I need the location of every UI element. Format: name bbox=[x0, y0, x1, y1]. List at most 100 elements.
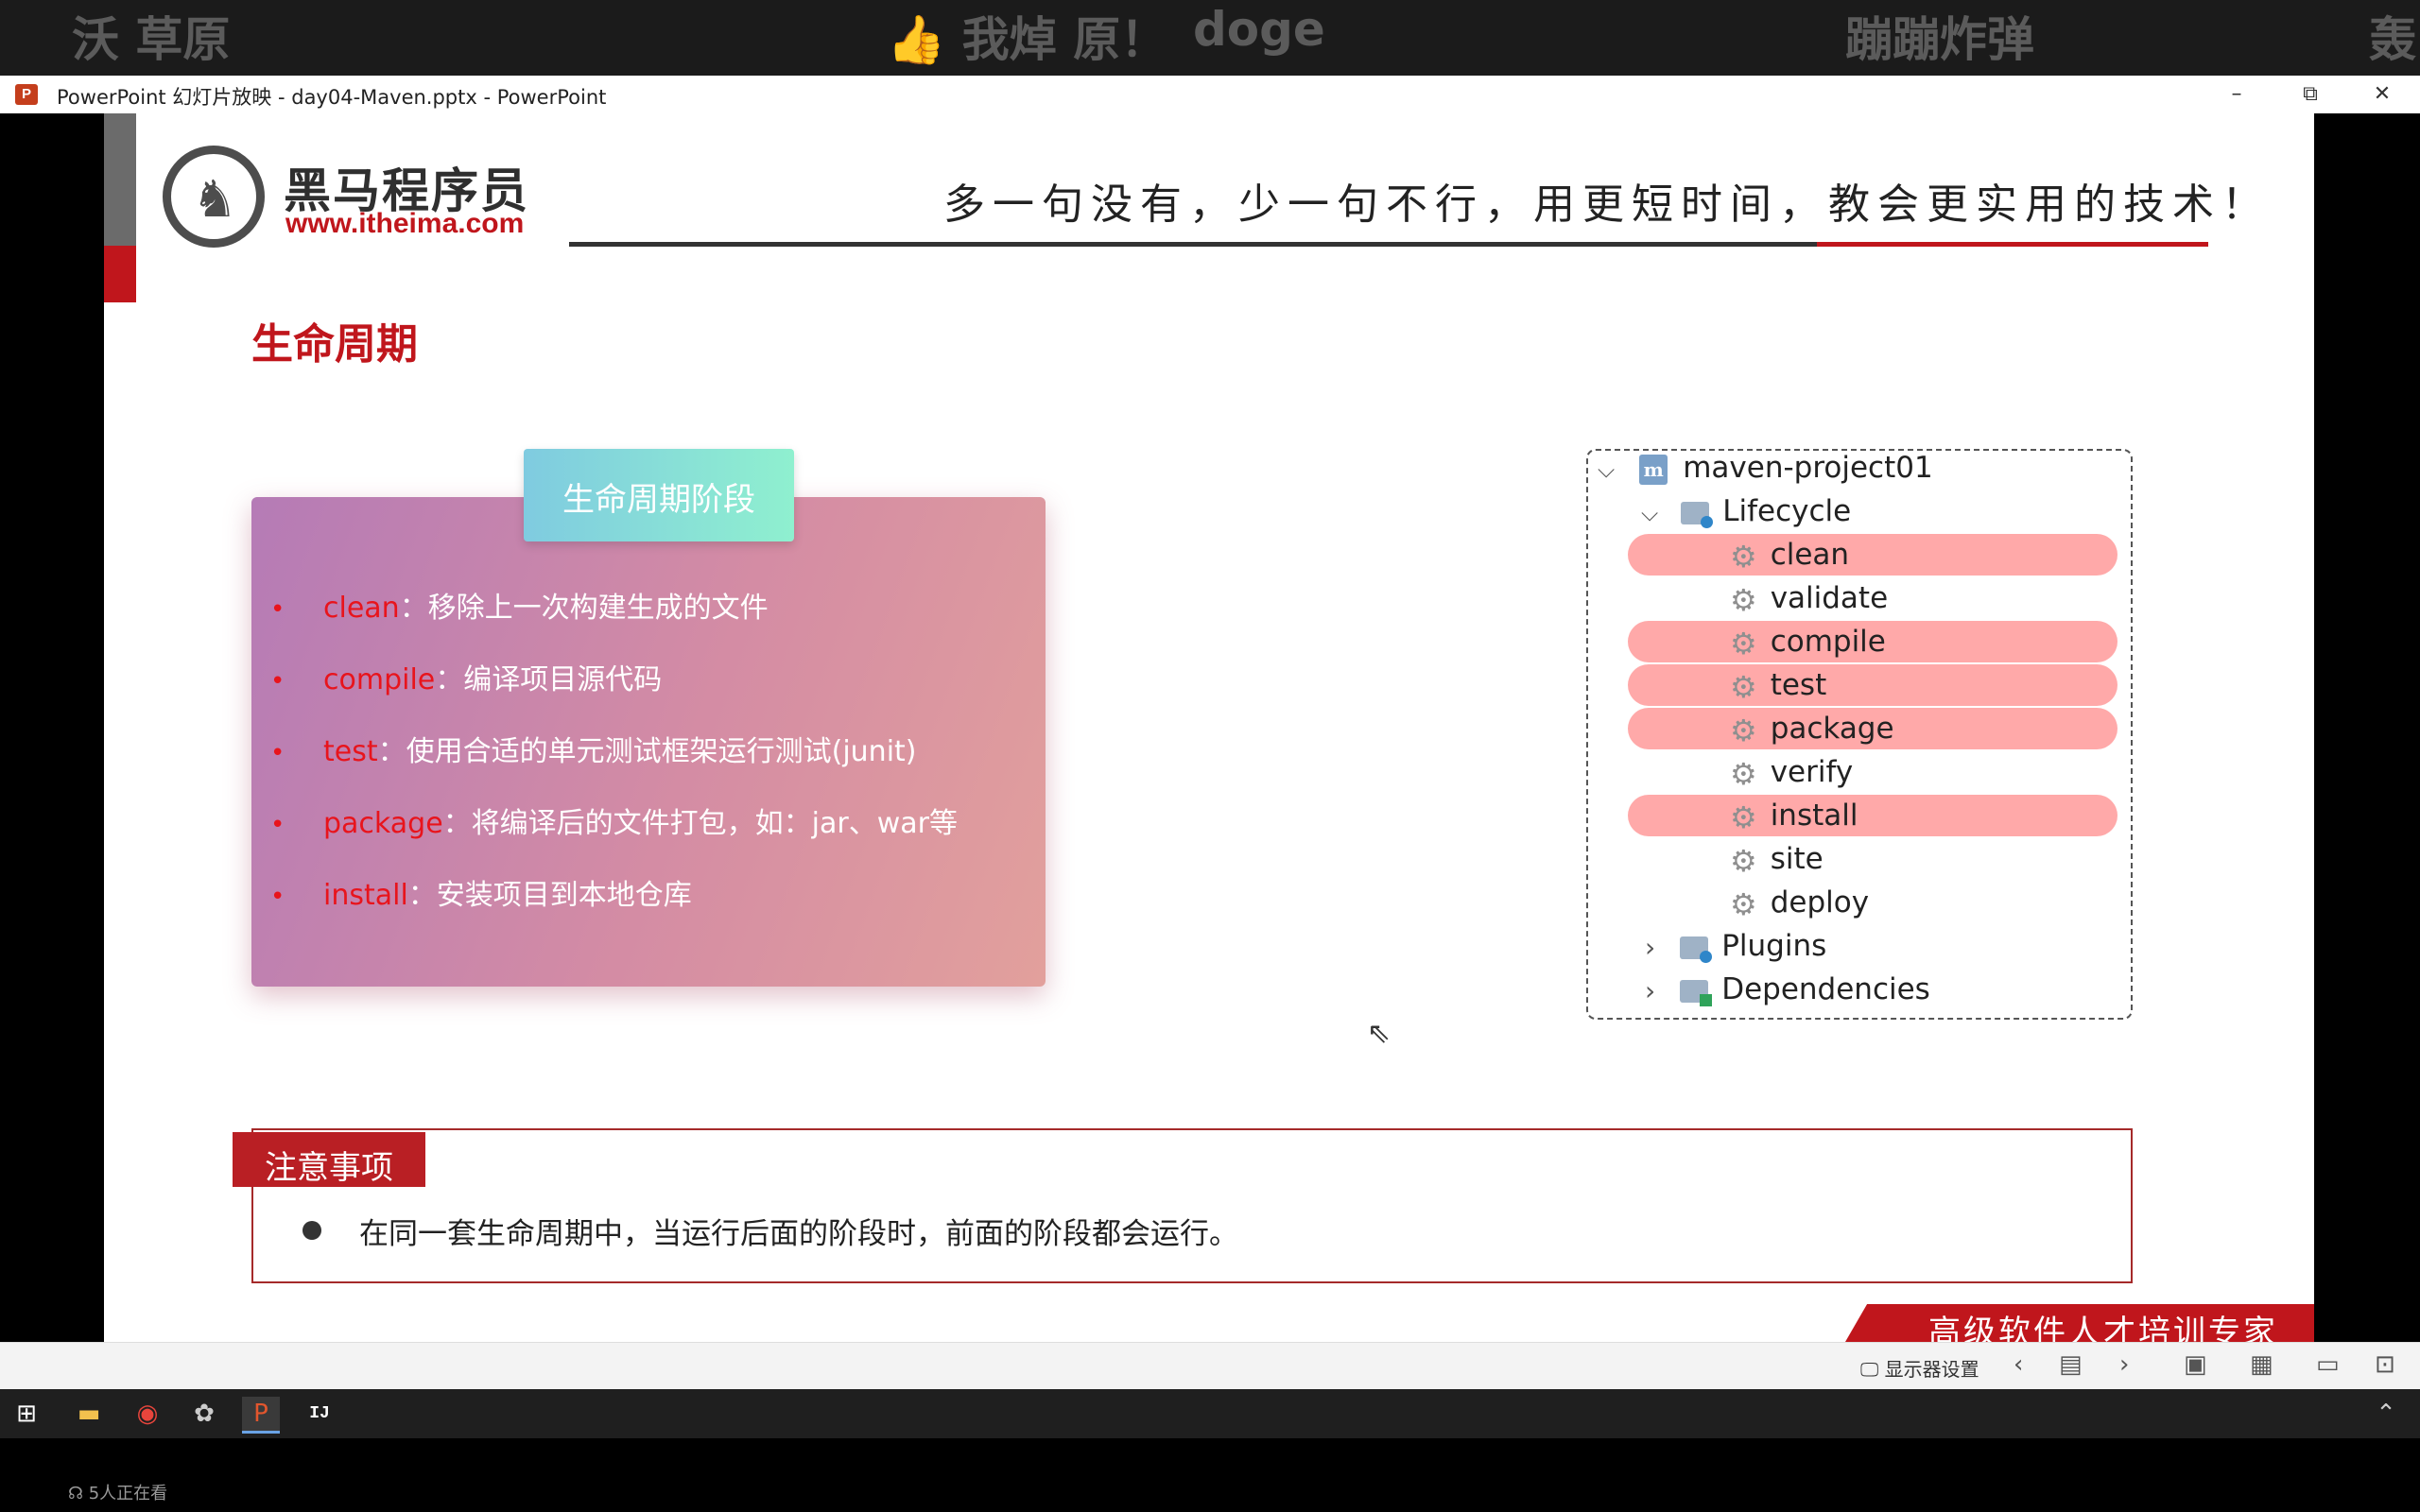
viewer-count: ☊ 5人正在看 bbox=[68, 1480, 167, 1504]
maven-module-icon: m bbox=[1639, 454, 1668, 485]
chevron-right-icon: › bbox=[1645, 931, 1656, 963]
normal-view-icon[interactable]: ▣ bbox=[2184, 1350, 2207, 1379]
gear-icon: ⚙ bbox=[1730, 712, 1757, 748]
phase-item: • package：将编译后的文件打包，如：jar、war等 bbox=[270, 799, 958, 841]
phase-item: • test：使用合适的单元测试框架运行测试(junit) bbox=[270, 728, 917, 769]
tree-phase-label: install bbox=[1770, 799, 1858, 833]
phase-item: • compile：编译项目源代码 bbox=[270, 656, 662, 697]
tree-project-label: maven-project01 bbox=[1683, 451, 1933, 485]
phase-desc: ：安装项目到本地仓库 bbox=[407, 879, 692, 912]
powerpoint-icon: P bbox=[15, 84, 38, 105]
windows-start-icon[interactable]: ⊞ bbox=[8, 1397, 45, 1431]
app-icon[interactable]: ✿ bbox=[185, 1397, 223, 1431]
folder-icon bbox=[1680, 936, 1713, 963]
file-explorer-icon[interactable]: ▬ bbox=[70, 1397, 108, 1431]
headset-icon: ☊ bbox=[68, 1484, 89, 1503]
phase-name: clean bbox=[323, 592, 400, 625]
next-slide-button[interactable]: › bbox=[2119, 1350, 2129, 1379]
phase-desc: ：移除上一次构建生成的文件 bbox=[399, 592, 769, 625]
tree-phase-item: ⚙ deploy bbox=[1730, 883, 1869, 922]
bullet-icon: • bbox=[270, 739, 285, 767]
gear-icon: ⚙ bbox=[1730, 755, 1757, 792]
tree-phase-item: ⚙ verify bbox=[1730, 752, 1853, 792]
restore-button[interactable]: ⧉ bbox=[2282, 76, 2339, 113]
phase-item: • install：安装项目到本地仓库 bbox=[270, 871, 692, 913]
mouse-cursor-icon: ⇖ bbox=[1367, 1017, 1392, 1050]
presenter-view-icon[interactable]: ⊡ bbox=[2375, 1350, 2395, 1379]
viewer-count-label: 5人正在看 bbox=[88, 1484, 168, 1503]
chevron-down-icon: ⌵ bbox=[1598, 455, 1616, 483]
chevron-down-icon: ⌵ bbox=[1641, 499, 1659, 526]
gear-icon: ⚙ bbox=[1730, 668, 1757, 705]
chevron-up-icon[interactable]: ⌃ bbox=[2367, 1397, 2405, 1431]
lifecycle-card-tab: 生命周期阶段 bbox=[524, 449, 794, 541]
tree-phase-item: ⚙ site bbox=[1730, 839, 1824, 879]
reading-view-icon[interactable]: ▭ bbox=[2316, 1350, 2340, 1379]
danmaku-strip: 沃 草原 👍 我焯 原！ doge 蹦蹦炸弹 轰 bbox=[0, 0, 2420, 76]
phase-highlight bbox=[1628, 795, 2118, 836]
notice-tag: 注意事项 bbox=[233, 1132, 425, 1187]
header-rule-accent bbox=[1817, 242, 2208, 247]
slide-sorter-icon[interactable]: ▤ bbox=[2059, 1350, 2083, 1379]
phase-desc: ：将编译后的文件打包，如：jar、war等 bbox=[442, 807, 958, 840]
slide-title: 生命周期 bbox=[251, 320, 418, 369]
gear-icon: ⚙ bbox=[1730, 625, 1757, 662]
maven-lifecycle-tree: ⌵ m maven-project01 ⌵ Lifecycle ⚙ clean ⚙ val… bbox=[1586, 449, 2133, 1020]
phase-item: • clean：移除上一次构建生成的文件 bbox=[270, 584, 769, 626]
bullet-icon bbox=[302, 1221, 321, 1240]
powerpoint-taskbar-icon[interactable]: P bbox=[242, 1397, 280, 1434]
bullet-icon: • bbox=[270, 883, 285, 911]
grid-view-icon[interactable]: ▦ bbox=[2250, 1350, 2273, 1379]
folder-icon bbox=[1681, 501, 1714, 528]
slideshow-stage: ♞ 黑马程序员 www.itheima.com 多一句没有，少一句不行，用更短时… bbox=[0, 113, 2420, 1342]
gear-icon: ⚙ bbox=[1730, 885, 1757, 922]
dependencies-icon bbox=[1680, 979, 1713, 1006]
previous-slide-button[interactable]: ‹ bbox=[2014, 1350, 2023, 1379]
phase-desc: ：使用合适的单元测试框架运行测试(junit) bbox=[377, 735, 917, 768]
horse-head-icon: ♞ bbox=[192, 169, 238, 229]
tree-phase-item: ⚙ package bbox=[1730, 709, 1894, 748]
tree-lifecycle-label: Lifecycle bbox=[1722, 494, 1852, 528]
notice-box bbox=[251, 1128, 2133, 1283]
slogan: 多一句没有，少一句不行，用更短时间，教会更实用的技术！ bbox=[943, 180, 2271, 229]
gear-icon: ⚙ bbox=[1730, 842, 1757, 879]
tree-phase-label: verify bbox=[1770, 755, 1854, 789]
close-button[interactable]: ✕ bbox=[2354, 76, 2411, 113]
slide-accent-gray bbox=[104, 113, 136, 246]
tree-project: ⌵ m maven-project01 bbox=[1598, 448, 1933, 488]
slideshow-control-bar: 🖵 显示器设置 ‹ ▤ › ▣ ▦ ▭ ⊡ bbox=[0, 1342, 2420, 1390]
monitor-icon: 🖵 bbox=[1860, 1358, 1885, 1381]
intellij-idea-icon[interactable]: IJ bbox=[301, 1397, 338, 1431]
tree-phase-label: package bbox=[1770, 712, 1894, 746]
gear-icon: ⚙ bbox=[1730, 581, 1757, 618]
phase-highlight bbox=[1628, 534, 2118, 576]
gear-icon: ⚙ bbox=[1730, 799, 1757, 835]
tree-plugins-label: Plugins bbox=[1721, 929, 1827, 963]
header-rule bbox=[569, 242, 1817, 247]
bullet-icon: • bbox=[270, 811, 285, 839]
tree-phase-label: compile bbox=[1770, 625, 1886, 659]
lifecycle-card: • clean：移除上一次构建生成的文件 • compile：编译项目源代码 • te… bbox=[251, 497, 1046, 987]
tree-phase-item: ⚙ compile bbox=[1730, 622, 1886, 662]
tree-phase-label: clean bbox=[1770, 538, 1850, 572]
phase-name: install bbox=[323, 879, 408, 912]
tree-dependencies: › Dependencies bbox=[1645, 970, 1930, 1009]
window-title: PowerPoint 幻灯片放映 - day04-Maven.pptx - Po… bbox=[57, 86, 607, 109]
chevron-right-icon: › bbox=[1645, 974, 1656, 1006]
minimize-button[interactable]: – bbox=[2208, 76, 2265, 113]
notice-text: 在同一套生命周期中，当运行后面的阶段时，前面的阶段都会运行。 bbox=[359, 1217, 1238, 1251]
lifecycle-card-title: 生命周期阶段 bbox=[562, 481, 755, 519]
slide[interactable]: ♞ 黑马程序员 www.itheima.com 多一句没有，少一句不行，用更短时… bbox=[104, 113, 2314, 1342]
danmaku-comment: doge bbox=[1193, 2, 1325, 57]
bullet-icon: • bbox=[270, 595, 285, 624]
window-titlebar: P PowerPoint 幻灯片放映 - day04-Maven.pptx - … bbox=[0, 76, 2420, 114]
tree-plugins: › Plugins bbox=[1645, 926, 1826, 966]
phase-highlight bbox=[1628, 664, 2118, 706]
display-settings-button[interactable]: 🖵 显示器设置 bbox=[1860, 1354, 1979, 1382]
phase-desc: ：编译项目源代码 bbox=[435, 663, 663, 696]
slide-accent-red bbox=[104, 246, 136, 302]
chrome-icon[interactable]: ◉ bbox=[129, 1397, 166, 1431]
danmaku-comment: 轰 bbox=[2369, 12, 2416, 67]
phase-name: compile bbox=[323, 663, 436, 696]
tree-phase-label: site bbox=[1770, 842, 1824, 876]
